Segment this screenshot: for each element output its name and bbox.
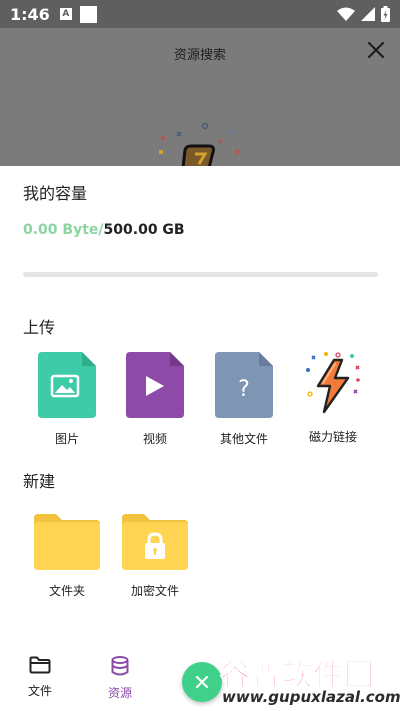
watermark: 谷普软件园 www.gupuxlazal.com: [218, 646, 400, 711]
search-illustration-icon: [159, 122, 240, 168]
create-folder-label: 文件夹: [48, 584, 85, 598]
magnet-link-icon: [306, 352, 360, 414]
upload-magnet-label: 磁力链接: [308, 430, 357, 444]
notification-a-icon: A: [59, 8, 72, 20]
unknown-file-glyph: ?: [238, 377, 250, 402]
upload-other-file-button[interactable]: ? 其他文件: [204, 352, 284, 447]
capacity-value: 0.00 Byte/500.00 GB: [23, 222, 185, 238]
database-icon: [111, 656, 129, 676]
upload-image-button[interactable]: 图片: [27, 352, 107, 447]
close-icon: [195, 675, 209, 689]
image-file-icon: [38, 352, 96, 418]
folder-outline-icon: [29, 656, 51, 674]
create-folder-button[interactable]: 文件夹: [27, 512, 107, 599]
notification-square-icon: [79, 5, 97, 23]
status-bar: 1:46 A: [0, 0, 400, 28]
capacity-title: 我的容量: [23, 184, 88, 203]
nav-item-resources[interactable]: 资源: [90, 656, 150, 701]
close-sheet-fab-button[interactable]: [182, 662, 222, 702]
nav-label-resources: 资源: [107, 686, 132, 700]
video-file-icon: [126, 352, 184, 418]
folder-icon: [34, 514, 100, 570]
create-encrypted-file-button[interactable]: 加密文件: [115, 512, 195, 599]
upload-other-label: 其他文件: [219, 432, 268, 446]
close-icon[interactable]: [364, 38, 388, 62]
watermark-url: www.gupuxlazal.com: [222, 688, 400, 706]
upload-section-title: 上传: [23, 318, 56, 337]
wifi-icon: [337, 7, 355, 21]
locked-folder-icon: [122, 514, 188, 570]
upload-image-label: 图片: [54, 432, 79, 446]
battery-icon: [381, 6, 390, 22]
status-icons: [337, 6, 390, 22]
upload-magnet-link-button[interactable]: 磁力链接: [293, 350, 373, 445]
nav-label-files: 文件: [27, 684, 52, 698]
status-time: 1:46: [10, 4, 50, 24]
capacity-total: 500.00 GB: [103, 222, 185, 238]
upload-sheet: 我的容量 0.00 Byte/500.00 GB 上传 图片 视频 ? 其他文件…: [0, 166, 400, 711]
capacity-progress-bar: [23, 272, 378, 277]
upload-video-button[interactable]: 视频: [115, 352, 195, 447]
page-title: 资源搜索: [173, 48, 226, 63]
unknown-file-icon: ?: [215, 352, 273, 418]
upload-video-label: 视频: [142, 432, 167, 446]
create-section-title: 新建: [23, 472, 56, 491]
background-page-dimmed[interactable]: 资源搜索: [0, 28, 400, 168]
nav-item-files[interactable]: 文件: [10, 656, 70, 699]
capacity-used: 0.00 Byte: [23, 222, 99, 238]
create-encrypted-label: 加密文件: [130, 584, 179, 598]
signal-icon: [361, 7, 375, 21]
